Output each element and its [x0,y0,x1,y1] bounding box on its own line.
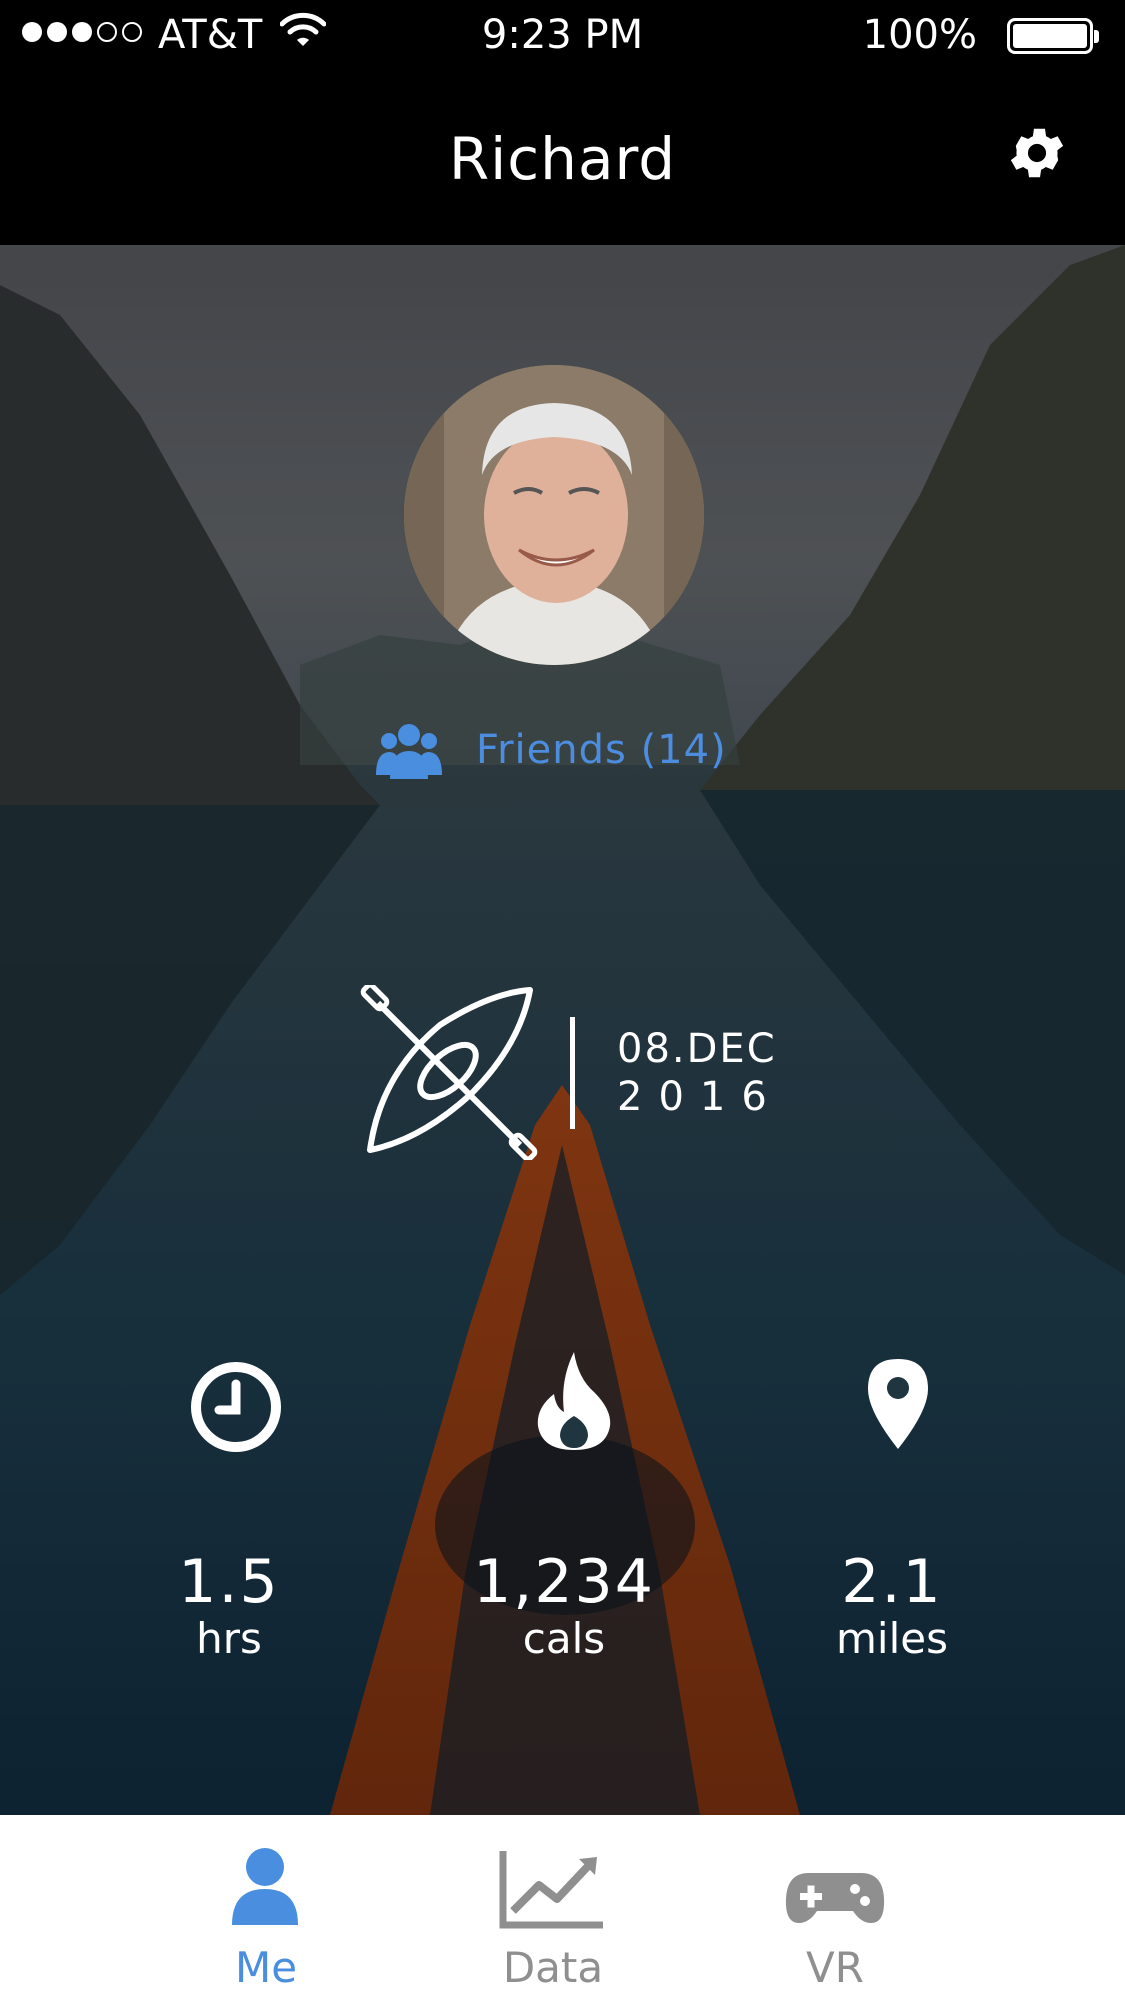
person-icon [232,1848,298,1925]
activity-summary-panel: Friends (14) 08.DEC 2016 1.5 hrs 1,234 c… [0,245,1125,1815]
activity-date: 08.DEC 2016 [617,1025,783,1121]
map-pin-icon [868,1359,928,1449]
stat-duration: 1.5 hrs [79,1550,379,1664]
tab-me-label: Me [234,1943,298,1992]
friends-link[interactable]: Friends (14) [376,721,727,779]
activity-header: 08.DEC 2016 [360,982,775,1162]
stat-distance-unit: miles [836,1614,948,1663]
stat-duration-unit: hrs [196,1614,262,1663]
tab-data-label: Data [502,1943,604,1992]
tab-vr-label: VR [806,1943,864,1992]
avatar[interactable] [404,365,704,665]
line-chart-icon [499,1851,603,1929]
flame-icon [537,1352,611,1450]
tab-bar: Me Data VR [0,1815,1125,2001]
battery-percentage: 100% [862,12,977,58]
clock-icon [191,1362,281,1452]
gamepad-icon [785,1873,885,1923]
battery-icon [1007,18,1099,54]
tab-data[interactable]: Data [443,1815,663,2001]
tab-vr[interactable]: VR [725,1815,945,2001]
profile-photo [404,365,704,665]
activity-divider [570,1017,575,1129]
gear-icon[interactable] [1004,120,1070,186]
tab-me[interactable]: Me [156,1815,376,2001]
navigation-bar: Richard [0,70,1125,245]
activity-date-day: 08.DEC [617,1026,777,1072]
stat-distance-value: 2.1 [841,1547,943,1617]
stat-duration-value: 1.5 [178,1547,280,1617]
friends-label: Friends (14) [476,727,727,773]
status-bar: AT&T 9:23 PM 100% [0,0,1125,70]
stat-calories: 1,234 cals [414,1550,714,1664]
page-title: Richard [448,125,677,193]
activity-date-year: 2016 [617,1074,783,1120]
kayak-icon [360,982,538,1162]
users-icon [376,724,442,779]
stat-distance: 2.1 miles [742,1550,1042,1664]
stat-calories-unit: cals [522,1614,606,1663]
stat-calories-value: 1,234 [473,1547,655,1617]
